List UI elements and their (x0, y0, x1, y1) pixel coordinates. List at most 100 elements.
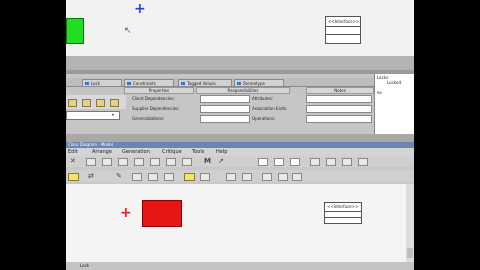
association-tool-icon[interactable]: ✎ (116, 172, 122, 180)
menu-generation[interactable]: Generation (122, 149, 150, 155)
menu-help[interactable]: Help (216, 149, 227, 155)
tab-label: Constraints (133, 81, 156, 86)
deployment-diagram-icon[interactable] (342, 158, 352, 166)
subtab-notes[interactable]: Notes (306, 87, 374, 94)
datatype-icon[interactable] (110, 99, 119, 107)
interface-node-label: <<Interface>> (328, 19, 360, 24)
status-bar: Lock (66, 262, 414, 270)
status-text: Lock (80, 263, 90, 268)
generalization-tool-icon[interactable] (132, 173, 142, 181)
class-icon[interactable] (82, 99, 91, 107)
panel-divider (66, 134, 414, 142)
menu-edit[interactable]: Edit (68, 149, 78, 155)
interface-tool-icon[interactable] (200, 173, 210, 181)
subtab-label: Properties (148, 88, 170, 93)
association-ends-field[interactable] (306, 105, 372, 113)
interface-node[interactable]: <<Interface>> (324, 202, 362, 224)
diagram-canvas-top[interactable]: + ↖ <<Interface>> (66, 0, 414, 56)
subtab-properties[interactable]: Properties (124, 87, 194, 94)
save-icon[interactable] (118, 158, 128, 166)
generalizations-label: Generalizations: (132, 116, 165, 121)
tab-icon (85, 82, 89, 85)
polygon-tool-icon[interactable] (262, 173, 272, 181)
property-tab-bar: Lock Constraints Tagged Values Stereotyp… (66, 78, 376, 87)
attributes-label: Attributes: (252, 96, 274, 101)
selected-class-node[interactable] (66, 18, 84, 44)
client-dependencies-field[interactable] (200, 95, 250, 103)
application-window: + ↖ <<Interface>> Lock Constraints Tagge… (66, 0, 414, 270)
diagram-canvas-bottom[interactable]: + <<Interface>> (66, 184, 414, 262)
tab-icon (181, 82, 185, 85)
class-tool-icon[interactable] (184, 173, 195, 181)
menu-arrange[interactable]: Arrange (92, 149, 112, 155)
interface-divider (326, 26, 360, 27)
interface-divider (326, 34, 360, 35)
menu-critique[interactable]: Critique (162, 149, 182, 155)
lower-window-title: Class Diagram - Model (68, 142, 113, 147)
dependency-tool-icon[interactable] (148, 173, 158, 181)
subtab-label: Notes (334, 88, 346, 93)
supplier-dependencies-field[interactable] (200, 105, 250, 113)
locks-panel: Locks Locked ex (374, 74, 414, 134)
generalizations-field[interactable] (200, 115, 250, 123)
menu-tools[interactable]: Tools (192, 149, 204, 155)
chevron-down-icon[interactable]: ▾ (112, 112, 114, 117)
property-subtab-bar: Properties Responsibilities Notes (66, 87, 376, 94)
right-black-bar (414, 0, 480, 270)
association-ends-label: Association Ends: (252, 106, 288, 111)
tab-stereotype[interactable]: Stereotype (234, 79, 284, 86)
realization-tool-icon[interactable] (164, 173, 174, 181)
interface-icon[interactable] (96, 99, 105, 107)
paste-icon[interactable] (182, 158, 192, 166)
activity-diagram-icon[interactable] (310, 158, 320, 166)
edge-tool-icon[interactable]: ⇄ (88, 172, 94, 180)
tab-label: Tagged Values (187, 81, 216, 86)
selected-class-node[interactable] (142, 200, 182, 227)
tab-tagged-values[interactable]: Tagged Values (178, 79, 232, 86)
print-icon[interactable] (134, 158, 144, 166)
sequence-diagram-icon[interactable] (358, 158, 368, 166)
interface-divider (325, 217, 361, 218)
subtab-responsibilities[interactable]: Responsibilities (196, 87, 290, 94)
usecase-diagram-icon[interactable] (274, 158, 284, 166)
client-dependencies-label: Client Dependencies: (132, 96, 175, 101)
diagram-toolbar: ⇄ ✎ (66, 170, 414, 182)
model-icon[interactable]: M (204, 157, 211, 165)
vertical-scrollbar[interactable] (406, 184, 414, 262)
text-tool-icon[interactable] (278, 173, 288, 181)
operations-field[interactable] (306, 115, 372, 123)
rectangle-tool-icon[interactable] (226, 173, 236, 181)
locks-list-item[interactable]: ex (377, 90, 382, 95)
color-tool-icon[interactable] (292, 173, 302, 181)
interface-node[interactable]: <<Interface>> (325, 16, 361, 44)
left-black-bar (0, 0, 66, 270)
operations-label: Operations: (252, 116, 276, 121)
tab-label: Stereotype (243, 81, 265, 86)
tab-lock[interactable]: Lock (82, 79, 122, 86)
collaboration-diagram-icon[interactable] (326, 158, 336, 166)
tab-icon (127, 82, 131, 85)
delete-icon[interactable]: ✕ (70, 157, 76, 165)
package-icon[interactable] (68, 99, 77, 107)
scrollbar-thumb[interactable] (407, 248, 413, 258)
navigate-icon[interactable]: ↗ (218, 157, 224, 165)
attributes-field[interactable] (306, 95, 372, 103)
subtab-label: Responsibilities (227, 88, 259, 93)
tab-constraints[interactable]: Constraints (124, 79, 174, 86)
circle-tool-icon[interactable] (242, 173, 252, 181)
add-cursor-icon: + (120, 205, 132, 221)
menu-bar: Edit Arrange Generation Critique Tools H… (66, 148, 414, 156)
interface-node-label: <<Interface>> (327, 204, 359, 209)
select-tool-icon[interactable] (68, 173, 79, 181)
supplier-dependencies-label: Supplier Dependencies: (132, 106, 180, 111)
open-icon[interactable] (102, 158, 112, 166)
add-cursor-icon: + (134, 1, 146, 17)
new-diagram-icon[interactable] (86, 158, 96, 166)
tab-icon (237, 82, 241, 85)
cut-icon[interactable] (150, 158, 160, 166)
class-diagram-icon[interactable] (258, 158, 268, 166)
property-icon-strip (66, 95, 126, 109)
main-toolbar: ✕ M ↗ (66, 156, 414, 167)
copy-icon[interactable] (166, 158, 176, 166)
state-diagram-icon[interactable] (290, 158, 300, 166)
